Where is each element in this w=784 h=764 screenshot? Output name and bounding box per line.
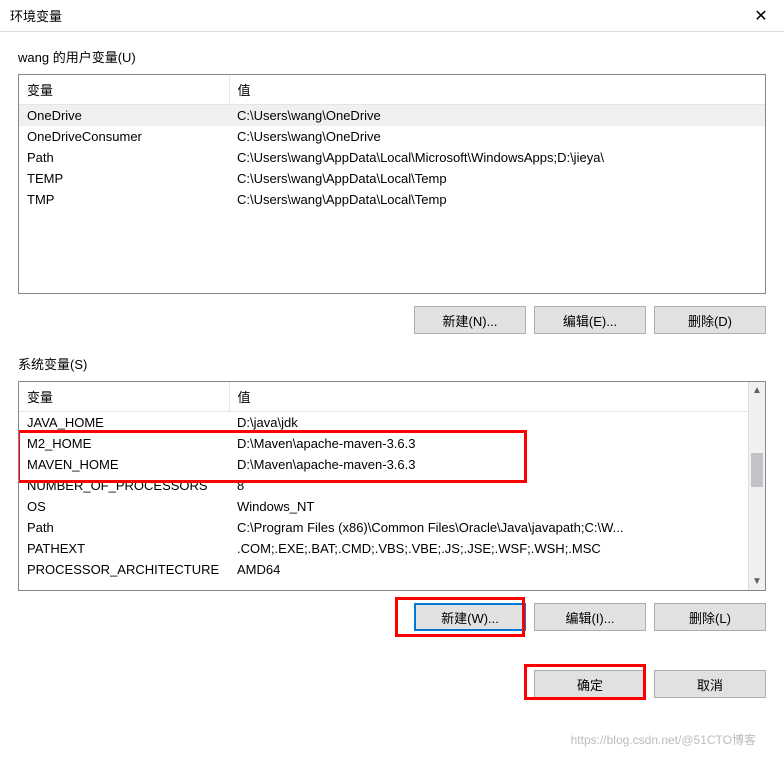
table-row[interactable]: TMPC:\Users\wang\AppData\Local\Temp (19, 189, 765, 210)
cell-var: PROCESSOR_ARCHITECTURE (19, 559, 229, 580)
scroll-thumb[interactable] (751, 453, 763, 487)
footer-row: 确定 取消 (0, 666, 784, 708)
cell-val: D:\java\jdk (229, 412, 748, 434)
cell-val: C:\Users\wang\OneDrive (229, 126, 765, 147)
cell-val: C:\Users\wang\OneDrive (229, 105, 765, 127)
user-button-row: 新建(N)... 编辑(E)... 删除(D) (18, 306, 766, 334)
user-variables-label: wang 的用户变量(U) (18, 47, 766, 66)
user-variables-group: wang 的用户变量(U) 变量 值 OneDriveC:\Users\wang… (18, 47, 766, 334)
cell-val: Windows_NT (229, 496, 748, 517)
scroll-track[interactable] (749, 399, 765, 573)
sys-edit-button[interactable]: 编辑(I)... (534, 603, 646, 631)
cell-val: 8 (229, 475, 748, 496)
cell-val: C:\Users\wang\AppData\Local\Temp (229, 189, 765, 210)
cell-val: D:\Maven\apache-maven-3.6.3 (229, 433, 748, 454)
table-row[interactable]: PathC:\Users\wang\AppData\Local\Microsof… (19, 147, 765, 168)
cell-var: MAVEN_HOME (19, 454, 229, 475)
cell-var: PATHEXT (19, 538, 229, 559)
window-title: 环境变量 (10, 6, 62, 25)
user-delete-button[interactable]: 删除(D) (654, 306, 766, 334)
scroll-up-icon[interactable]: ▲ (749, 382, 765, 399)
sys-new-button[interactable]: 新建(W)... (414, 603, 526, 631)
dialog-content: wang 的用户变量(U) 变量 值 OneDriveC:\Users\wang… (0, 32, 784, 666)
cell-var: M2_HOME (19, 433, 229, 454)
cell-val: C:\Program Files (x86)\Common Files\Orac… (229, 517, 748, 538)
cell-var: Path (19, 147, 229, 168)
cancel-button[interactable]: 取消 (654, 670, 766, 698)
table-row[interactable]: PathC:\Program Files (x86)\Common Files\… (19, 517, 748, 538)
user-new-button[interactable]: 新建(N)... (414, 306, 526, 334)
cell-val: C:\Users\wang\AppData\Local\Microsoft\Wi… (229, 147, 765, 168)
sys-button-row: 新建(W)... 编辑(I)... 删除(L) (18, 603, 766, 631)
cell-var: TEMP (19, 168, 229, 189)
cell-val: D:\Maven\apache-maven-3.6.3 (229, 454, 748, 475)
cell-var: NUMBER_OF_PROCESSORS (19, 475, 229, 496)
user-variables-table[interactable]: 变量 值 OneDriveC:\Users\wang\OneDriveOneDr… (18, 74, 766, 294)
cell-var: TMP (19, 189, 229, 210)
cell-var: Path (19, 517, 229, 538)
table-row[interactable]: OneDriveConsumerC:\Users\wang\OneDrive (19, 126, 765, 147)
table-row[interactable]: TEMPC:\Users\wang\AppData\Local\Temp (19, 168, 765, 189)
ok-button[interactable]: 确定 (534, 670, 646, 698)
table-row[interactable]: M2_HOMED:\Maven\apache-maven-3.6.3 (19, 433, 748, 454)
cell-var: OneDriveConsumer (19, 126, 229, 147)
close-icon[interactable]: ✕ (738, 0, 784, 32)
cell-val: AMD64 (229, 559, 748, 580)
titlebar: 环境变量 ✕ (0, 0, 784, 32)
table-row[interactable]: OneDriveC:\Users\wang\OneDrive (19, 105, 765, 127)
sys-delete-button[interactable]: 删除(L) (654, 603, 766, 631)
user-edit-button[interactable]: 编辑(E)... (534, 306, 646, 334)
table-row[interactable]: OSWindows_NT (19, 496, 748, 517)
table-row[interactable]: PROCESSOR_ARCHITECTUREAMD64 (19, 559, 748, 580)
watermark-text: https://blog.csdn.net/@51CTO博客 (571, 731, 756, 748)
cell-var: JAVA_HOME (19, 412, 229, 434)
user-col-variable[interactable]: 变量 (19, 75, 229, 105)
scroll-down-icon[interactable]: ▼ (749, 573, 765, 590)
table-row[interactable]: JAVA_HOMED:\java\jdk (19, 412, 748, 434)
user-col-value[interactable]: 值 (229, 75, 765, 105)
cell-val: .COM;.EXE;.BAT;.CMD;.VBS;.VBE;.JS;.JSE;.… (229, 538, 748, 559)
table-row[interactable]: MAVEN_HOMED:\Maven\apache-maven-3.6.3 (19, 454, 748, 475)
system-variables-table[interactable]: 变量 值 JAVA_HOMED:\java\jdkM2_HOMED:\Maven… (18, 381, 766, 591)
table-row[interactable]: NUMBER_OF_PROCESSORS8 (19, 475, 748, 496)
sys-col-variable[interactable]: 变量 (19, 382, 229, 412)
cell-val: C:\Users\wang\AppData\Local\Temp (229, 168, 765, 189)
system-variables-label: 系统变量(S) (18, 354, 766, 373)
cell-var: OS (19, 496, 229, 517)
table-row[interactable]: PATHEXT.COM;.EXE;.BAT;.CMD;.VBS;.VBE;.JS… (19, 538, 748, 559)
sys-scrollbar[interactable]: ▲ ▼ (748, 382, 765, 590)
system-variables-group: 系统变量(S) 变量 值 JAVA_HOMED:\java\jdkM2_HOME… (18, 354, 766, 631)
cell-var: OneDrive (19, 105, 229, 127)
sys-col-value[interactable]: 值 (229, 382, 748, 412)
